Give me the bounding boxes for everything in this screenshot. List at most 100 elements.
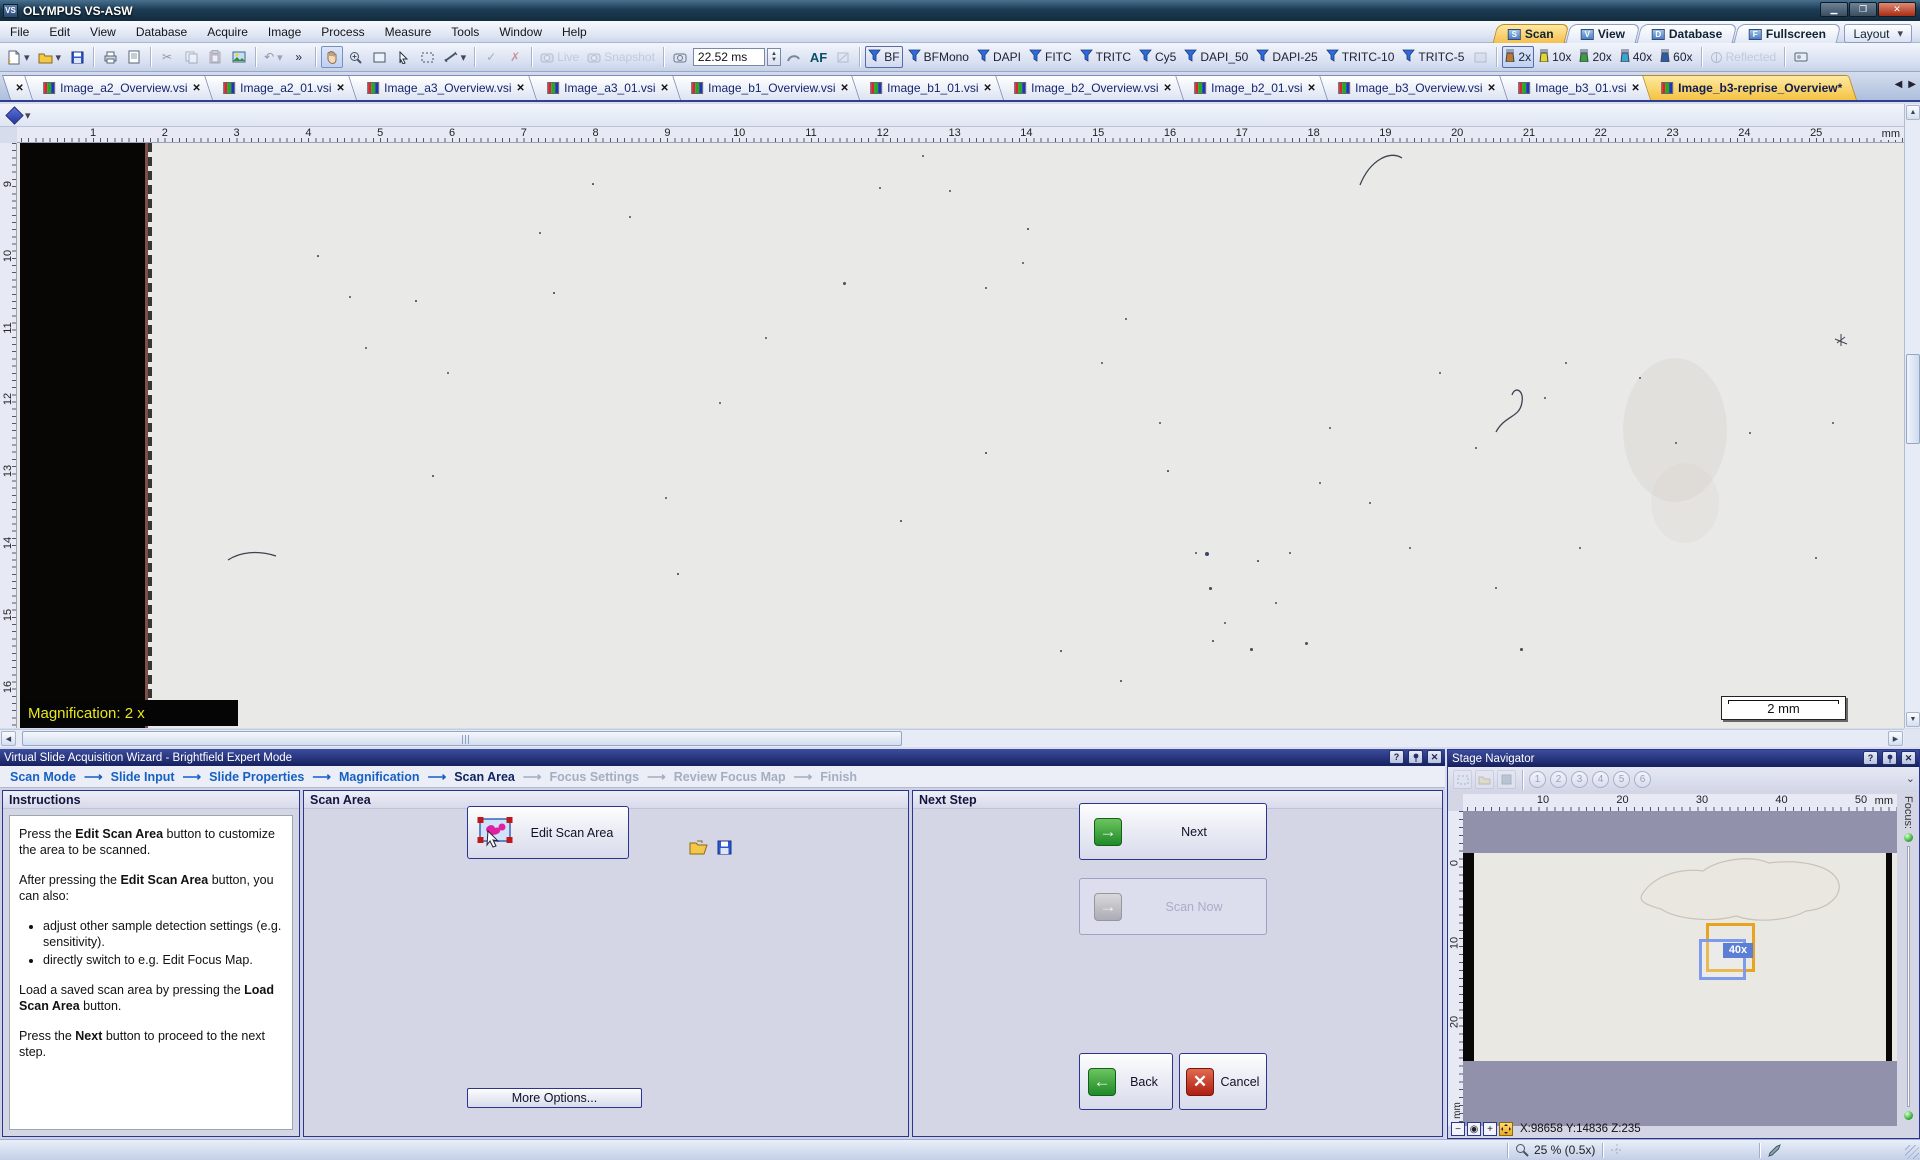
exposure-settings-icon[interactable] [783, 46, 805, 68]
close-tab-icon[interactable]: ✕ [193, 83, 201, 94]
dropdown-caret-icon[interactable]: ▾ [461, 51, 467, 64]
menu-measure[interactable]: Measure [375, 23, 442, 41]
pin-icon[interactable] [1882, 751, 1897, 765]
zoom-tool-button[interactable] [345, 46, 367, 68]
channel-button-dapi_50[interactable]: DAPI_50 [1181, 46, 1251, 68]
save-button[interactable] [66, 46, 88, 68]
stage-pan-button[interactable] [1499, 1122, 1513, 1136]
resize-grip[interactable] [1905, 1145, 1919, 1159]
objective-button-40x[interactable]: 40x [1617, 46, 1655, 68]
menu-edit[interactable]: Edit [39, 23, 80, 41]
close-tab-icon[interactable]: ✕ [1308, 83, 1316, 94]
scan-now-button[interactable]: → Scan Now [1079, 878, 1267, 935]
pan-tool-button[interactable] [321, 46, 343, 68]
dropdown-caret-icon[interactable]: ▾ [25, 109, 31, 122]
menu-tools[interactable]: Tools [441, 23, 489, 41]
document-tab[interactable]: Image_a2_Overview.vsi✕ [24, 75, 216, 100]
focus-slider-track[interactable] [1907, 846, 1910, 1107]
menu-image[interactable]: Image [258, 23, 311, 41]
panel-options-caret-icon[interactable]: ⌄ [1906, 772, 1915, 785]
rectangle-tool-button[interactable] [369, 46, 391, 68]
next-button[interactable]: → Next [1079, 803, 1267, 860]
stage-zoom-fit-button[interactable]: ◉ [1467, 1122, 1481, 1136]
close-tab-icon[interactable]: ✕ [337, 83, 345, 94]
close-tab-icon[interactable]: ✕ [517, 83, 525, 94]
undo-button[interactable]: ↶▾ [261, 46, 286, 68]
exposure-time-input[interactable]: 22.52 ms [693, 48, 765, 66]
scroll-right-icon[interactable]: ▶ [1888, 731, 1903, 746]
accept-button[interactable]: ✓ [480, 46, 502, 68]
stage-zoom-out-button[interactable]: − [1451, 1122, 1465, 1136]
channel-button-bf[interactable]: BF [865, 46, 902, 68]
snapshot-button[interactable]: Snapshot [584, 46, 658, 68]
channel-button-cy5[interactable]: Cy5 [1136, 46, 1179, 68]
close-tab-icon[interactable]: ✕ [1631, 83, 1639, 94]
scroll-left-icon[interactable]: ◀ [1, 731, 16, 746]
roi-select-button[interactable] [417, 46, 439, 68]
scroll-down-icon[interactable]: ▼ [1906, 712, 1920, 727]
channel-button-dapi[interactable]: DAPI [974, 46, 1024, 68]
wizard-step-slide-properties[interactable]: Slide Properties [209, 770, 304, 784]
edit-scan-area-button[interactable]: Edit Scan Area [467, 806, 629, 859]
cancel-button[interactable]: ✕ Cancel [1179, 1053, 1267, 1110]
channel-button-tritc[interactable]: TRITC [1077, 46, 1134, 68]
wizard-step-focus-settings[interactable]: Focus Settings [550, 770, 640, 784]
close-tab-icon[interactable]: ✕ [1164, 83, 1172, 94]
close-icon[interactable]: ✕ [1878, 2, 1916, 17]
menu-process[interactable]: Process [311, 23, 374, 41]
print-preview-button[interactable] [123, 46, 145, 68]
pointer-tool-button[interactable] [393, 46, 415, 68]
minimize-icon[interactable]: ▁ [1820, 2, 1848, 17]
tab-scroll-left-icon[interactable]: ◀ [1895, 79, 1903, 90]
document-tab[interactable]: Image_b3-reprise_Overview* [1642, 75, 1857, 100]
microscope-control-icon[interactable] [1790, 46, 1812, 68]
menu-file[interactable]: File [0, 23, 39, 41]
objective-button-2x[interactable]: 2x [1502, 46, 1534, 68]
copy-button[interactable] [180, 46, 202, 68]
load-scan-area-icon[interactable] [689, 839, 709, 855]
wizard-step-slide-input[interactable]: Slide Input [111, 770, 175, 784]
save-scan-area-icon[interactable] [717, 840, 732, 855]
live-button[interactable]: Live [537, 46, 582, 68]
workspace-tab-view[interactable]: VView [1566, 24, 1641, 43]
channel-button-bfmono[interactable]: BFMono [905, 46, 972, 68]
document-tab[interactable]: Image_a2_01.vsi✕ [204, 75, 360, 100]
crosshair-icon[interactable] [1610, 1143, 1624, 1157]
layout-dropdown-button[interactable]: Layout▾ [1844, 24, 1912, 43]
menu-help[interactable]: Help [552, 23, 597, 41]
stage-position-button-4[interactable]: 4 [1592, 771, 1609, 788]
focus-thumb-icon[interactable] [1904, 1111, 1913, 1120]
exposure-spinner[interactable]: ▲▼ [767, 48, 781, 66]
insert-image-button[interactable] [228, 46, 250, 68]
wizard-step-scan-mode[interactable]: Scan Mode [10, 770, 76, 784]
close-tab-icon[interactable]: ✕ [660, 83, 668, 94]
autofocus-button[interactable]: AF [807, 46, 830, 68]
stage-zoom-in-button[interactable]: + [1483, 1122, 1497, 1136]
close-tab-icon[interactable]: ✕ [840, 83, 848, 94]
stage-position-button-5[interactable]: 5 [1613, 771, 1630, 788]
document-tab[interactable]: Image_b3_01.vsi✕ [1499, 75, 1655, 100]
stage-position-button-3[interactable]: 3 [1571, 771, 1588, 788]
help-icon[interactable]: ? [1389, 750, 1404, 764]
vertical-scrollbar[interactable]: ▲ ▼ [1904, 104, 1920, 728]
stage-position-button-2[interactable]: 2 [1550, 771, 1567, 788]
document-tab[interactable]: Image_b1_Overview.vsi✕ [672, 75, 864, 100]
horizontal-scroll-thumb[interactable] [22, 731, 902, 746]
document-tab[interactable]: Image_b2_01.vsi✕ [1175, 75, 1331, 100]
document-tab[interactable]: Image_b3_Overview.vsi✕ [1319, 75, 1511, 100]
close-panel-icon[interactable]: ✕ [1427, 750, 1442, 764]
shape-tool-icon[interactable] [5, 106, 23, 124]
wizard-step-finish[interactable]: Finish [820, 770, 857, 784]
help-icon[interactable]: ? [1863, 751, 1878, 765]
stage-position-button-6[interactable]: 6 [1634, 771, 1651, 788]
pipette-icon[interactable] [1767, 1143, 1782, 1158]
dropdown-caret-icon[interactable]: ▾ [56, 51, 62, 64]
workspace-tab-fullscreen[interactable]: FFullscreen [1734, 24, 1842, 43]
document-tab[interactable]: Image_b2_Overview.vsi✕ [995, 75, 1187, 100]
back-button[interactable]: ← Back [1079, 1053, 1173, 1110]
title-bar[interactable]: VS OLYMPUS VS-ASW ▁ ❐ ✕ [0, 0, 1920, 21]
maximize-icon[interactable]: ❐ [1849, 2, 1877, 17]
horizontal-scrollbar[interactable]: ◀ ▶ [0, 729, 1904, 747]
channel-settings-icon[interactable] [1469, 46, 1491, 68]
objective-button-10x[interactable]: 10x [1536, 46, 1574, 68]
